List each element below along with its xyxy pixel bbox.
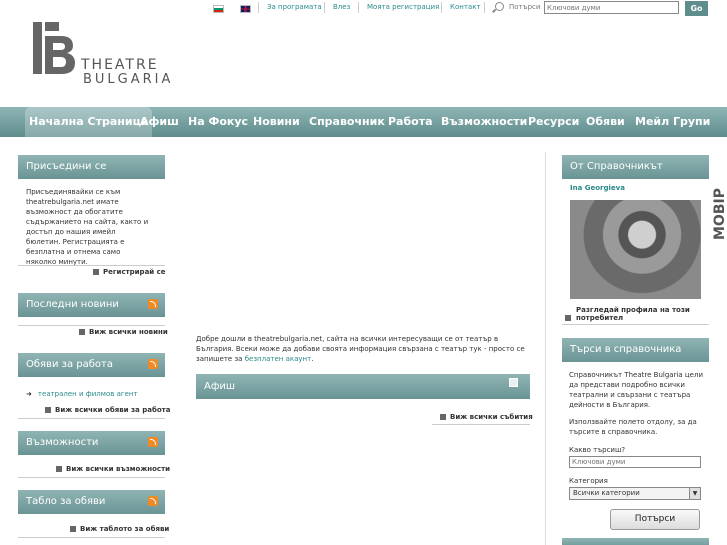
category-selected: Всички категории: [573, 489, 640, 497]
directory-box-title: От Справочникът: [562, 155, 709, 179]
divider: [18, 265, 165, 266]
nav-focus[interactable]: На Фокус: [188, 107, 248, 137]
main-nav: Начална Страница Афиш На Фокус Новини Сп…: [0, 107, 727, 137]
search-label: Потърси: [509, 3, 541, 11]
divider: [441, 2, 442, 13]
top-bar: За програмата Влез Моята регистрация Кон…: [0, 0, 727, 18]
bulgarian-flag-icon[interactable]: [213, 5, 224, 13]
all-jobs-label: Виж всички обяви за работа: [55, 406, 171, 414]
free-account-link[interactable]: безплатен акаунт: [245, 355, 311, 363]
board-box-label: Табло за обяви: [26, 496, 106, 507]
nav-mail-groups[interactable]: Мейл Групи: [635, 107, 710, 137]
job-item-link[interactable]: ➜ театрален и филмов агент: [26, 390, 138, 398]
nav-directory[interactable]: Справочник: [309, 107, 385, 137]
all-opps-label: Виж всички възможности: [66, 465, 171, 473]
site-logo[interactable]: THEATRE BULGARIA: [33, 22, 188, 87]
nav-resources[interactable]: Ресурси: [528, 107, 579, 137]
column-divider: [545, 152, 546, 545]
featured-person-name[interactable]: Ina Georgieva: [570, 184, 625, 192]
nav-news[interactable]: Новини: [253, 107, 300, 137]
nav-opportunities[interactable]: Възможности: [441, 107, 527, 137]
go-button[interactable]: Go: [685, 1, 708, 16]
divider: [484, 2, 485, 13]
rss-icon[interactable]: [148, 359, 158, 369]
bullet-icon: [79, 329, 85, 335]
nav-afish[interactable]: Афиш: [140, 107, 179, 137]
afish-box-title: Афиш: [196, 374, 530, 399]
login-link[interactable]: Влез: [333, 3, 350, 11]
arrow-right-icon: ➜: [26, 390, 32, 398]
directory-search-button[interactable]: Потърси: [610, 509, 700, 530]
featured-person-photo[interactable]: [570, 200, 701, 299]
bullet-icon: [93, 269, 99, 275]
rss-icon[interactable]: [148, 299, 158, 309]
directory-search-input[interactable]: [569, 456, 701, 468]
news-box-title: Последни новини: [18, 293, 165, 317]
divider: [258, 2, 259, 13]
afish-box-label: Афиш: [204, 381, 236, 392]
jobs-box-label: Обяви за работа: [26, 359, 113, 370]
divider: [18, 325, 165, 326]
logo-text-theatre: THEATRE: [81, 57, 159, 73]
job-item-label: театрален и филмов агент: [37, 390, 138, 398]
divider: [18, 537, 165, 538]
divider: [432, 424, 530, 425]
what-label: Какво търсиш?: [569, 446, 626, 454]
divider: [358, 2, 359, 13]
welcome-end: .: [311, 355, 314, 363]
bullet-icon: [45, 407, 51, 413]
divider: [18, 418, 165, 419]
divider: [562, 324, 709, 325]
all-opps-link[interactable]: Виж всички възможности: [56, 465, 170, 473]
join-box-text: Присъединявайки се към theatrebulgaria.n…: [26, 188, 149, 266]
welcome-text: Добре дошли в theatrebulgaria.net, сайта…: [196, 334, 531, 364]
register-link[interactable]: Регистрирай се: [93, 268, 166, 276]
calendar-icon[interactable]: [509, 378, 518, 387]
nav-jobs[interactable]: Работа: [388, 107, 433, 137]
all-news-link[interactable]: Виж всички новини: [79, 328, 168, 336]
opps-box-label: Възможности: [26, 437, 99, 448]
board-link-label: Виж таблото за обяви: [80, 525, 170, 533]
register-link-label: Регистрирай се: [103, 268, 166, 276]
category-label: Категория: [569, 477, 608, 485]
logo-mark-icon: [33, 22, 75, 74]
next-box-title: [562, 538, 709, 545]
my-registration-link[interactable]: Моята регистрация: [367, 3, 439, 11]
rss-icon[interactable]: [148, 437, 158, 447]
opps-box-title: Възможности: [18, 431, 165, 455]
nav-ads[interactable]: Обяви: [586, 107, 625, 137]
logo-text-bulgaria: BULGARIA: [83, 72, 174, 87]
bullet-icon: [70, 526, 76, 532]
view-profile-link[interactable]: Разгледай профила на този потребител: [576, 306, 696, 322]
divider: [18, 477, 165, 478]
contact-link[interactable]: Контакт: [450, 3, 481, 11]
join-box-title: Присъедини се: [18, 155, 165, 179]
about-link[interactable]: За програмата: [267, 3, 322, 11]
directory-hint-text: Използвайте полето отдолу, за да търсите…: [569, 418, 697, 436]
rss-icon[interactable]: [148, 496, 158, 506]
directory-intro-text: Справочникът Theatre Bulgaria цели да пр…: [569, 371, 704, 409]
bullet-icon: [565, 315, 571, 321]
bullet-icon: [56, 466, 62, 472]
chevron-down-icon: ▼: [689, 488, 700, 499]
all-jobs-link[interactable]: Виж всички обяви за работа: [45, 406, 170, 414]
board-link[interactable]: Виж таблото за обяви: [70, 525, 169, 533]
search-icon: [495, 2, 504, 11]
side-banner-text[interactable]: MOBIP: [712, 160, 727, 240]
all-events-link[interactable]: Виж всички събития: [440, 413, 533, 421]
all-news-label: Виж всички новини: [89, 328, 168, 336]
board-box-title: Табло за обяви: [18, 490, 165, 514]
news-box-label: Последни новини: [26, 299, 119, 310]
jobs-box-title: Обяви за работа: [18, 353, 165, 377]
category-select[interactable]: Всички категории ▼: [569, 487, 701, 500]
divider: [324, 2, 325, 13]
top-search-input[interactable]: [544, 1, 679, 14]
bullet-icon: [440, 414, 446, 420]
english-flag-icon[interactable]: [240, 5, 251, 13]
all-events-label: Виж всички събития: [450, 413, 533, 421]
nav-home[interactable]: Начална Страница: [25, 107, 153, 137]
directory-search-title: Търси в справочника: [562, 338, 709, 362]
